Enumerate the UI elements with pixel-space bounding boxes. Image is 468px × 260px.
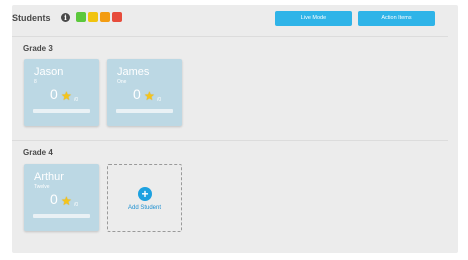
- divider: [12, 36, 448, 37]
- add-student-label: Add Student: [127, 205, 162, 211]
- score-denominator: /0: [74, 97, 79, 103]
- color-swatch-orange[interactable]: [100, 12, 110, 22]
- student-score: 0: [133, 86, 141, 102]
- student-name: James: [117, 66, 150, 78]
- plus-circle-icon: +: [138, 187, 152, 201]
- student-card-james[interactable]: James One 0 ★ /0: [107, 59, 182, 126]
- star-icon: ★: [61, 89, 72, 103]
- student-subtitle: One: [117, 79, 127, 85]
- student-card-jason[interactable]: Jason 8 0 ★ /0: [24, 59, 99, 126]
- student-score: 0: [50, 86, 58, 102]
- student-card-arthur[interactable]: Arthur Twelve 0 ★ /0: [24, 164, 99, 231]
- score-denominator: /0: [74, 202, 79, 208]
- student-name: Jason: [34, 66, 64, 78]
- star-icon: ★: [61, 194, 72, 208]
- color-swatch-green[interactable]: [76, 12, 86, 22]
- action-items-button[interactable]: Action Items: [358, 11, 435, 26]
- students-header: Students i Live Mode Action Items: [12, 9, 452, 31]
- color-swatch-red[interactable]: [112, 12, 122, 22]
- live-mode-button[interactable]: Live Mode: [275, 11, 352, 26]
- student-name: Arthur: [34, 171, 64, 183]
- page-title: Students: [12, 13, 51, 23]
- student-score: 0: [50, 191, 58, 207]
- divider: [12, 140, 448, 141]
- info-icon[interactable]: i: [61, 13, 70, 22]
- group-title: Grade 4: [23, 148, 53, 157]
- group-title: Grade 3: [23, 44, 53, 53]
- color-swatch-yellow[interactable]: [88, 12, 98, 22]
- progress-bar: [33, 109, 90, 113]
- progress-bar: [33, 214, 90, 218]
- add-student-button[interactable]: + Add Student: [107, 164, 182, 232]
- student-subtitle: 8: [34, 79, 37, 85]
- progress-bar: [116, 109, 173, 113]
- star-icon: ★: [144, 89, 155, 103]
- student-subtitle: Twelve: [34, 184, 50, 190]
- score-denominator: /0: [157, 97, 162, 103]
